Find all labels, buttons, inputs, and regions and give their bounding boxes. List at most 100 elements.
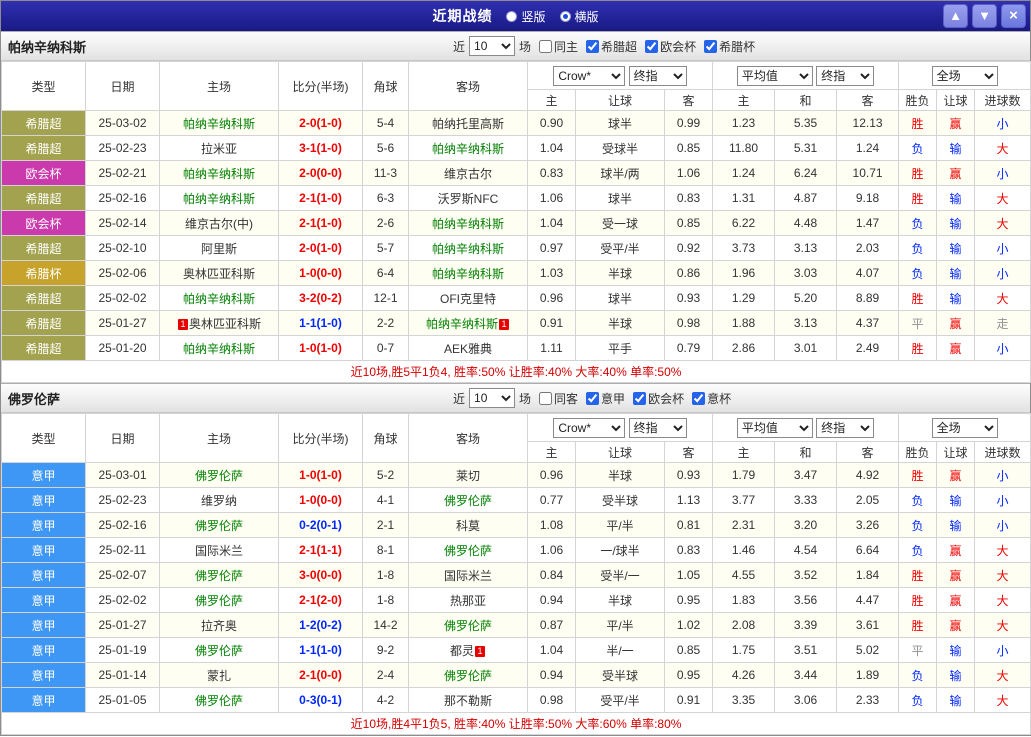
layout-radio-vertical[interactable]: 竖版	[506, 8, 545, 25]
team-name[interactable]: 维罗纳	[201, 494, 237, 508]
bookmaker-select[interactable]: Crow*	[553, 418, 625, 438]
team-name[interactable]: 佛罗伦萨	[195, 569, 243, 583]
away-team-cell: 佛罗伦萨	[409, 488, 528, 513]
league-filter-3[interactable]: 意杯	[692, 390, 731, 407]
league-filter-2-checkbox[interactable]	[645, 40, 658, 53]
team-name[interactable]: 莱切	[456, 469, 480, 483]
layout-radio-horizontal[interactable]: 横版	[560, 8, 599, 25]
league-filter-1[interactable]: 意甲	[586, 390, 625, 407]
ah-line: 受半球	[576, 663, 665, 688]
league-filter-2[interactable]: 欧会杯	[645, 38, 696, 55]
team-name[interactable]: 奥林匹亚科斯	[183, 267, 255, 281]
league-filter-1-checkbox[interactable]	[586, 40, 599, 53]
average-select[interactable]: 平均值	[737, 418, 813, 438]
team-name[interactable]: 都灵	[450, 644, 474, 658]
scope-select[interactable]: 全场	[932, 66, 998, 86]
same-venue-checkbox[interactable]	[539, 40, 552, 53]
same-venue-checkbox[interactable]	[539, 392, 552, 405]
league-filter-2[interactable]: 欧会杯	[633, 390, 684, 407]
team-name[interactable]: 帕纳辛纳科斯	[183, 167, 255, 181]
close-button[interactable]: ×	[1001, 4, 1026, 28]
ah-line: 球半	[576, 111, 665, 136]
team-name[interactable]: 阿里斯	[201, 242, 237, 256]
team-name[interactable]: OFI克里特	[440, 292, 496, 306]
league-filter-3-checkbox[interactable]	[692, 392, 705, 405]
team-name[interactable]: 帕纳辛纳科斯	[426, 317, 498, 331]
team-name[interactable]: 佛罗伦萨	[195, 694, 243, 708]
radio-circle-icon[interactable]	[506, 11, 517, 22]
team-name[interactable]: 沃罗斯NFC	[438, 192, 499, 206]
team-name[interactable]: 帕纳辛纳科斯	[432, 267, 504, 281]
average-select[interactable]: 平均值	[737, 66, 813, 86]
corners-cell: 1-8	[363, 588, 409, 613]
team-name[interactable]: 佛罗伦萨	[195, 519, 243, 533]
team-name[interactable]: 那不勒斯	[444, 694, 492, 708]
team-name[interactable]: 帕纳辛纳科斯	[183, 342, 255, 356]
recent-count-select[interactable]: 10	[469, 388, 515, 408]
team-name[interactable]: 帕纳辛纳科斯	[432, 142, 504, 156]
team-name[interactable]: 佛罗伦萨	[195, 644, 243, 658]
team-name[interactable]: 国际米兰	[195, 544, 243, 558]
results-body: 希腊超25-03-02帕纳辛纳科斯2-0(1-0)5-4帕纳托里高斯0.90球半…	[2, 111, 1031, 361]
league-filter-3[interactable]: 希腊杯	[704, 38, 755, 55]
home-team-cell: 佛罗伦萨	[160, 513, 279, 538]
ah-line: 受半球	[576, 488, 665, 513]
bookmaker-select[interactable]: Crow*	[553, 66, 625, 86]
radio-selected-icon[interactable]	[560, 11, 571, 22]
team-name[interactable]: 帕纳托里高斯	[432, 117, 504, 131]
team-name[interactable]: 蒙扎	[207, 669, 231, 683]
team-name[interactable]: 佛罗伦萨	[444, 494, 492, 508]
team-name[interactable]: 佛罗伦萨	[195, 469, 243, 483]
team-name[interactable]: 帕纳辛纳科斯	[432, 217, 504, 231]
home-team-cell: 国际米兰	[160, 538, 279, 563]
score-cell: 2-1(0-0)	[279, 663, 363, 688]
team-name[interactable]: 帕纳辛纳科斯	[432, 242, 504, 256]
move-down-button[interactable]: ▼	[972, 4, 997, 28]
home-team-cell: 蒙扎	[160, 663, 279, 688]
team-name[interactable]: AEK雅典	[444, 342, 492, 356]
recent-count-select[interactable]: 10	[469, 36, 515, 56]
league-filter-2-checkbox[interactable]	[633, 392, 646, 405]
team-name[interactable]: 国际米兰	[444, 569, 492, 583]
team-name[interactable]: 热那亚	[450, 594, 486, 608]
ah-home-odds: 0.87	[528, 613, 576, 638]
team-name[interactable]: 帕纳辛纳科斯	[183, 192, 255, 206]
col-corners: 角球	[363, 414, 409, 463]
handicap-time-select[interactable]: 终指	[629, 418, 687, 438]
team-name[interactable]: 帕纳辛纳科斯	[183, 292, 255, 306]
same-venue-filter[interactable]: 同客	[539, 390, 578, 407]
corners-cell: 5-7	[363, 236, 409, 261]
home-team-cell: 奥林匹亚科斯	[160, 261, 279, 286]
ah-away-odds: 0.83	[665, 186, 713, 211]
team-name[interactable]: 拉齐奥	[201, 619, 237, 633]
col-ah-line: 让球	[576, 90, 665, 111]
team-name[interactable]: 科莫	[456, 519, 480, 533]
match-row: 意甲25-02-23维罗纳1-0(0-0)4-1佛罗伦萨0.77受半球1.133…	[2, 488, 1031, 513]
eu-draw-odds: 4.48	[775, 211, 837, 236]
move-up-button[interactable]: ▲	[943, 4, 968, 28]
same-venue-filter[interactable]: 同主	[539, 38, 578, 55]
team-name[interactable]: 佛罗伦萨	[444, 619, 492, 633]
team-name[interactable]: 维京古尔	[444, 167, 492, 181]
eu-away-odds: 9.18	[837, 186, 899, 211]
team-name[interactable]: 奥林匹亚科斯	[189, 317, 261, 331]
team-name[interactable]: 维京古尔(中)	[185, 217, 253, 231]
scope-select[interactable]: 全场	[932, 418, 998, 438]
league-filter-1-checkbox[interactable]	[586, 392, 599, 405]
european-time-select[interactable]: 终指	[816, 66, 874, 86]
team-name[interactable]: 帕纳辛纳科斯	[183, 117, 255, 131]
team-name[interactable]: 佛罗伦萨	[444, 544, 492, 558]
eu-away-odds: 1.84	[837, 563, 899, 588]
team-name[interactable]: 佛罗伦萨	[444, 669, 492, 683]
handicap-time-select[interactable]: 终指	[629, 66, 687, 86]
league-filter-1[interactable]: 希腊超	[586, 38, 637, 55]
european-time-select[interactable]: 终指	[816, 418, 874, 438]
col-type: 类型	[2, 62, 86, 111]
away-team-cell: 维京古尔	[409, 161, 528, 186]
result-cell: 胜	[899, 613, 937, 638]
league-filter-3-checkbox[interactable]	[704, 40, 717, 53]
score-cell: 1-0(0-0)	[279, 488, 363, 513]
team-name[interactable]: 佛罗伦萨	[195, 594, 243, 608]
team-name[interactable]: 拉米亚	[201, 142, 237, 156]
match-row: 希腊超25-03-02帕纳辛纳科斯2-0(1-0)5-4帕纳托里高斯0.90球半…	[2, 111, 1031, 136]
